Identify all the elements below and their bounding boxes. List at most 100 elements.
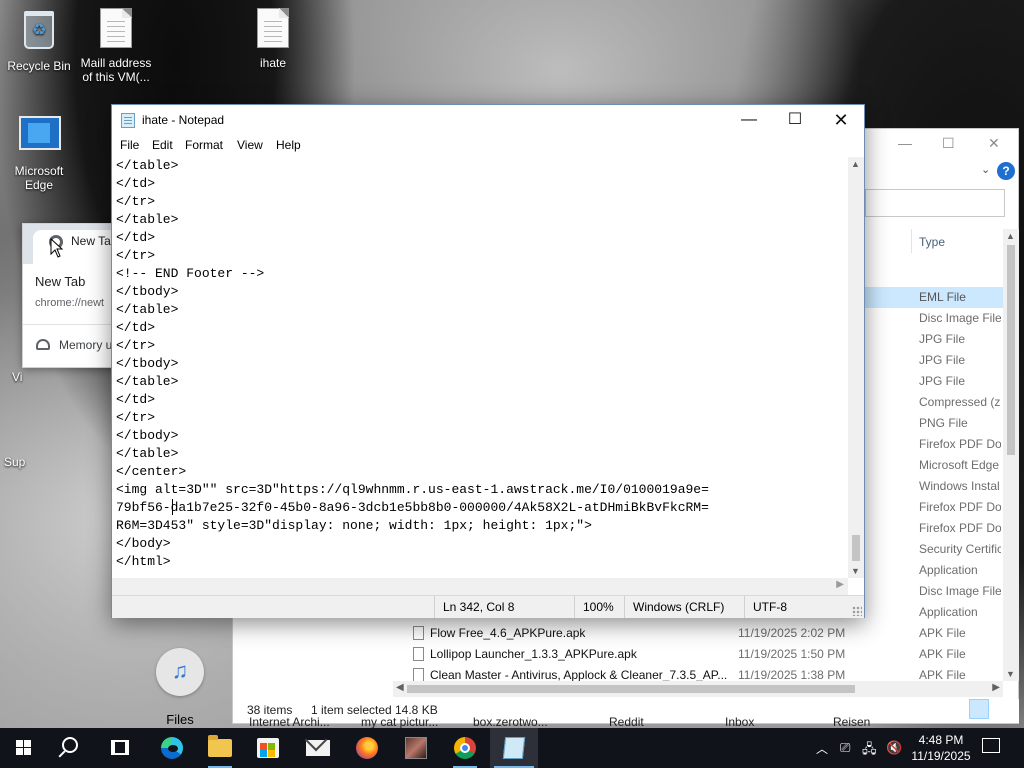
resize-grip-icon[interactable] bbox=[852, 606, 862, 616]
chrome-icon bbox=[454, 737, 476, 759]
volume-muted-icon[interactable]: 🔇 bbox=[886, 740, 902, 756]
firefox-icon bbox=[356, 737, 378, 759]
text-line: </table> bbox=[116, 446, 179, 461]
taskbar-store[interactable] bbox=[244, 728, 292, 768]
desktop-icon-mail-address-file[interactable]: Maill address of this VM(... bbox=[78, 8, 154, 84]
text-line: R6M=3D453" style=3D"display: none; width… bbox=[116, 518, 592, 533]
close-button[interactable]: ✕ bbox=[818, 105, 864, 135]
behind-label: my cat pictur... bbox=[361, 715, 439, 729]
text-line: </tbody> bbox=[116, 356, 179, 371]
desktop-icon-ihate-file[interactable]: ihate bbox=[235, 8, 311, 70]
menu-file[interactable]: File bbox=[120, 138, 139, 152]
taskbar-mail[interactable] bbox=[294, 728, 342, 768]
close-icon[interactable]: ✕ bbox=[988, 135, 1000, 152]
files-app-launcher[interactable]: Files bbox=[140, 648, 220, 727]
desktop-icon-recycle-bin[interactable]: ♻ Recycle Bin bbox=[1, 8, 77, 73]
chrome-tab-strip: New Tab bbox=[23, 224, 129, 264]
text-line: </table> bbox=[116, 212, 179, 227]
memory-usage-text: Memory u bbox=[59, 338, 113, 352]
notepad-window[interactable]: ihate - Notepad — ☐ ✕ File Edit Format V… bbox=[111, 104, 865, 618]
desktop-icon-label: Maill address of this VM(... bbox=[80, 56, 152, 84]
start-button[interactable] bbox=[0, 728, 48, 768]
help-icon[interactable]: ? bbox=[997, 162, 1015, 180]
text-line: </table> bbox=[116, 302, 179, 317]
explorer-vertical-scrollbar[interactable]: ▲ ▼ bbox=[1003, 229, 1019, 681]
scroll-up-icon[interactable]: ▲ bbox=[1006, 231, 1015, 241]
scroll-down-icon[interactable]: ▼ bbox=[851, 566, 860, 576]
desktop-icon-label-partial: Sup bbox=[4, 455, 26, 469]
menu-edit[interactable]: Edit bbox=[152, 138, 173, 152]
taskbar-file-explorer[interactable] bbox=[196, 728, 244, 768]
maximize-button[interactable]: ☐ bbox=[772, 105, 818, 135]
clock-date: 11/19/2025 bbox=[911, 749, 971, 763]
notepad-vertical-scrollbar[interactable]: ▲ ▼ bbox=[848, 157, 864, 578]
text-line: </table> bbox=[116, 374, 179, 389]
maximize-icon[interactable]: ☐ bbox=[942, 135, 955, 152]
text-line: </tbody> bbox=[116, 284, 179, 299]
menu-view[interactable]: View bbox=[237, 138, 263, 152]
notepad-text-area[interactable]: </table> </td> </tr> </table> </td> </tr> <!--… bbox=[116, 157, 848, 577]
scrollbar-thumb[interactable] bbox=[1007, 245, 1015, 455]
text-line: </td> bbox=[116, 392, 156, 407]
music-files-icon bbox=[156, 648, 204, 696]
chrome-tab-hover-card[interactable]: New Tab New Tab chrome://newt Memory u bbox=[22, 223, 129, 368]
text-line: </td> bbox=[116, 176, 156, 191]
taskbar-chrome[interactable] bbox=[441, 728, 489, 768]
meet-now-icon[interactable]: ⎚ bbox=[840, 740, 850, 756]
scroll-down-icon[interactable]: ▼ bbox=[1006, 669, 1015, 679]
show-hidden-icons-chevron-icon[interactable]: ︿ bbox=[816, 740, 828, 757]
chevron-down-icon[interactable]: ⌄ bbox=[981, 163, 990, 176]
column-header-type[interactable]: Type bbox=[919, 235, 945, 249]
memory-icon bbox=[36, 339, 50, 350]
taskbar-notepad[interactable] bbox=[490, 728, 538, 768]
edge-icon bbox=[161, 737, 183, 759]
taskbar-edge[interactable] bbox=[148, 728, 196, 768]
notepad-status-bar: Ln 342, Col 8 100% Windows (CRLF) UTF-8 bbox=[112, 595, 864, 618]
explorer-horizontal-scrollbar[interactable]: ◀ ▶ bbox=[393, 681, 1003, 697]
file-row[interactable]: Flow Free_4.6_APKPure.apk 11/19/2025 2:0… bbox=[233, 623, 1003, 644]
large-icons-view-button[interactable] bbox=[991, 699, 1011, 719]
task-view-button[interactable] bbox=[96, 728, 144, 768]
clock-time: 4:48 PM bbox=[918, 733, 964, 747]
search-icon bbox=[62, 737, 78, 753]
text-line: </center> bbox=[116, 464, 187, 479]
text-line: </td> bbox=[116, 230, 156, 245]
notepad-horizontal-scrollbar[interactable]: ▶ bbox=[112, 578, 848, 595]
behind-label: Internet Archi... bbox=[249, 715, 330, 729]
scroll-right-icon[interactable]: ▶ bbox=[836, 579, 844, 590]
system-clock[interactable]: 4:48 PM 11/19/2025 bbox=[904, 732, 978, 764]
menu-format[interactable]: Format bbox=[185, 138, 223, 152]
notification-center-icon[interactable] bbox=[982, 738, 1000, 753]
apk-file-icon bbox=[413, 626, 424, 640]
desktop-icon-microsoft-edge[interactable]: Microsoft Edge bbox=[1, 112, 77, 192]
details-view-button[interactable] bbox=[969, 699, 989, 719]
taskbar-photo-app[interactable] bbox=[392, 728, 440, 768]
text-line: </tr> bbox=[116, 410, 156, 425]
taskbar-firefox[interactable] bbox=[343, 728, 391, 768]
text-line: </tbody> bbox=[116, 428, 179, 443]
desktop-icon-label-partial: Vi bbox=[12, 370, 23, 384]
minimize-icon[interactable]: — bbox=[898, 135, 912, 151]
search-button[interactable] bbox=[48, 728, 96, 768]
scroll-left-icon[interactable]: ◀ bbox=[396, 682, 404, 693]
behind-label: Reisen bbox=[833, 715, 871, 729]
minimize-button[interactable]: — bbox=[726, 105, 772, 135]
task-view-icon bbox=[111, 740, 129, 755]
desktop-icon-label: ihate bbox=[259, 56, 287, 70]
scrollbar-thumb[interactable] bbox=[852, 535, 860, 561]
notepad-menu-bar: File Edit Format View Help bbox=[112, 135, 864, 157]
scroll-right-icon[interactable]: ▶ bbox=[992, 682, 1000, 693]
text-line: </body> bbox=[116, 536, 171, 551]
file-row[interactable]: Lollipop Launcher_1.3.3_APKPure.apk 11/1… bbox=[233, 644, 1003, 665]
scroll-up-icon[interactable]: ▲ bbox=[851, 159, 860, 169]
text-line: </tr> bbox=[116, 338, 156, 353]
explorer-search-box[interactable] bbox=[865, 189, 1005, 217]
behind-label: Inbox bbox=[725, 715, 755, 729]
column-separator bbox=[911, 229, 912, 253]
apk-file-icon bbox=[413, 668, 424, 682]
menu-help[interactable]: Help bbox=[276, 138, 301, 152]
network-icon[interactable]: 🖧 bbox=[862, 740, 877, 762]
notepad-title-bar[interactable]: ihate - Notepad — ☐ ✕ bbox=[112, 105, 864, 135]
scrollbar-thumb[interactable] bbox=[407, 685, 855, 693]
text-line: <!-- END Footer --> bbox=[116, 266, 265, 281]
